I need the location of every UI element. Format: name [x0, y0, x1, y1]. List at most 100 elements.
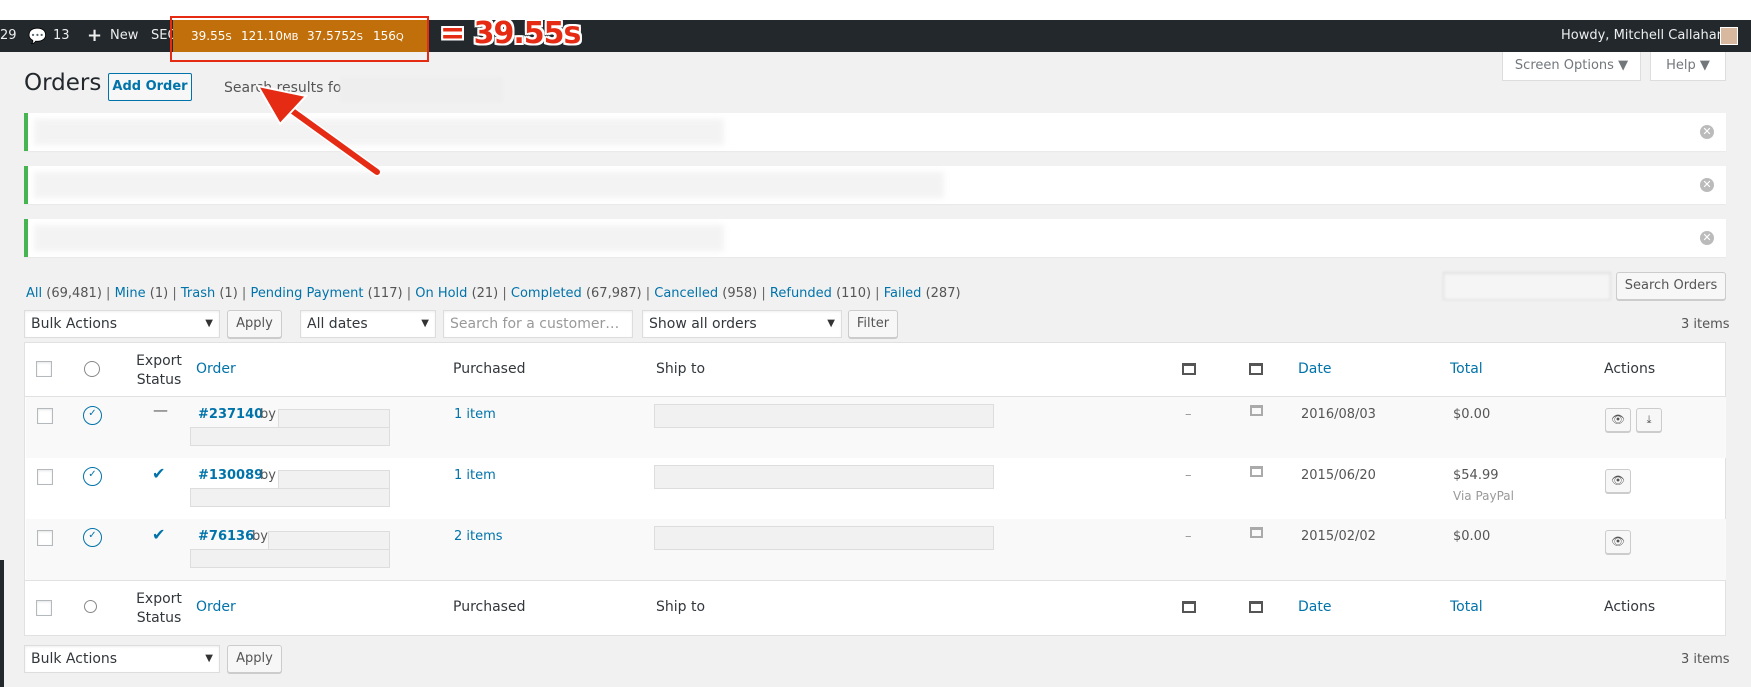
- avatar[interactable]: [1720, 27, 1738, 45]
- caret-down-icon: ▼: [827, 318, 835, 329]
- sidebar-edge: [0, 560, 4, 687]
- purchased-link[interactable]: 2 items: [454, 529, 503, 544]
- new-menu[interactable]: New: [110, 20, 138, 52]
- annotation-highlight-box: [170, 16, 429, 62]
- order-notes-icon: [1249, 601, 1263, 613]
- view-pending-payment[interactable]: Pending Payment (117): [250, 286, 402, 301]
- notice-3: ✕: [24, 219, 1726, 257]
- select-all-checkbox-footer[interactable]: [36, 600, 52, 616]
- ship-to-header: Ship to: [656, 599, 706, 615]
- view-cancelled[interactable]: Cancelled (958): [654, 286, 757, 301]
- status-column-icon: [84, 600, 97, 613]
- table-row: ✓ ✔ #76136 by 2 items – 2015/02/02 $0.00…: [26, 519, 1726, 580]
- download-icon[interactable]: ⤓: [1636, 408, 1662, 432]
- total-header[interactable]: Total: [1450, 361, 1483, 377]
- customer-message-icon: [1182, 363, 1196, 375]
- purchased-link[interactable]: 1 item: [454, 468, 496, 483]
- view-refunded[interactable]: Refunded (110): [770, 286, 871, 301]
- redacted-ship-to: [654, 526, 994, 550]
- order-date: 2016/08/03: [1301, 407, 1376, 422]
- order-total: $54.99: [1453, 468, 1499, 483]
- processing-status-icon: ✓: [83, 467, 102, 486]
- order-header[interactable]: Order: [196, 361, 236, 377]
- view-eye-icon[interactable]: 👁: [1605, 408, 1631, 432]
- customer-search-select[interactable]: Search for a customer…: [443, 310, 633, 338]
- dismiss-icon[interactable]: ✕: [1700, 178, 1714, 192]
- view-completed[interactable]: Completed (67,987): [511, 286, 642, 301]
- actions-header: Actions: [1604, 599, 1656, 615]
- view-failed[interactable]: Failed (287): [884, 286, 961, 301]
- divider: [25, 580, 1725, 581]
- howdy-user[interactable]: Howdy, Mitchell Callahan: [1561, 20, 1725, 52]
- apply-button-bottom[interactable]: Apply: [227, 645, 282, 673]
- redacted-customer-name: [278, 409, 390, 428]
- customer-message-dash: –: [1185, 529, 1192, 544]
- table-row: ✓ — #237140 by 1 item – 2016/08/03 $0.00…: [26, 397, 1726, 458]
- customer-message-icon: [1182, 601, 1196, 613]
- redacted-customer-email: [190, 549, 390, 568]
- table-row: ✓ ✔ #130089 by 1 item – 2015/06/20 $54.9…: [26, 458, 1726, 519]
- filter-button[interactable]: Filter: [848, 310, 898, 338]
- order-link[interactable]: #237140: [198, 407, 263, 422]
- row-checkbox[interactable]: [37, 408, 53, 424]
- page-title: Orders: [24, 70, 102, 96]
- order-link[interactable]: #130089: [198, 468, 263, 483]
- select-all-checkbox[interactable]: [36, 361, 52, 377]
- caret-down-icon: ▼: [1618, 58, 1629, 73]
- view-trash[interactable]: Trash (1): [181, 286, 238, 301]
- export-status: —: [153, 401, 168, 419]
- annotation-arrow: [256, 84, 382, 177]
- help-tab[interactable]: Help ▼: [1650, 52, 1726, 81]
- dismiss-icon[interactable]: ✕: [1700, 231, 1714, 245]
- payment-method: Via PayPal: [1453, 489, 1514, 503]
- customer-message-dash: –: [1185, 407, 1192, 422]
- order-total: $0.00: [1453, 529, 1491, 544]
- view-on-hold[interactable]: On Hold (21): [415, 286, 498, 301]
- dates-select[interactable]: All dates ▼: [300, 310, 436, 338]
- bulk-actions-select-bottom[interactable]: Bulk Actions ▼: [24, 645, 220, 673]
- add-order-button[interactable]: Add Order: [108, 73, 192, 101]
- bulk-actions-select[interactable]: Bulk Actions ▼: [24, 310, 220, 338]
- processing-status-icon: ✓: [83, 528, 102, 547]
- redacted-customer-name: [268, 531, 390, 550]
- ship-to-header: Ship to: [656, 361, 706, 377]
- purchased-link[interactable]: 1 item: [454, 407, 496, 422]
- search-orders-button[interactable]: Search Orders: [1616, 272, 1726, 300]
- order-notes-icon: [1250, 527, 1263, 538]
- view-eye-icon[interactable]: 👁: [1605, 469, 1631, 493]
- redacted-notice-text: [34, 225, 724, 251]
- view-all[interactable]: All (69,481): [26, 286, 102, 301]
- comment-icon[interactable]: 💬: [28, 20, 47, 52]
- status-views: All (69,481) | Mine (1) | Trash (1) | Pe…: [26, 286, 961, 301]
- view-mine[interactable]: Mine (1): [115, 286, 169, 301]
- redacted-customer-email: [190, 427, 390, 446]
- dismiss-icon[interactable]: ✕: [1700, 125, 1714, 139]
- comments-count[interactable]: 13: [53, 20, 70, 52]
- plus-icon[interactable]: +: [87, 20, 102, 52]
- redacted-ship-to: [654, 465, 994, 489]
- total-header[interactable]: Total: [1450, 599, 1483, 615]
- order-header[interactable]: Order: [196, 599, 236, 615]
- view-eye-icon[interactable]: 👁: [1605, 530, 1631, 554]
- orders-table: Export Status Order Purchased Ship to Da…: [24, 342, 1726, 636]
- apply-button[interactable]: Apply: [227, 310, 282, 338]
- order-date: 2015/02/02: [1301, 529, 1376, 544]
- status-column-icon: [84, 361, 100, 377]
- order-link[interactable]: #76136: [198, 529, 254, 544]
- updates-count[interactable]: 29: [0, 20, 17, 52]
- redacted-customer-name: [278, 470, 390, 489]
- export-status-header: Export Status: [136, 353, 182, 388]
- redacted-ship-to: [654, 404, 994, 428]
- search-orders-input[interactable]: [1443, 272, 1611, 300]
- date-header[interactable]: Date: [1298, 599, 1331, 615]
- row-checkbox[interactable]: [37, 469, 53, 485]
- purchased-header: Purchased: [453, 361, 526, 377]
- export-checkmark-icon: ✔: [152, 525, 166, 544]
- date-header[interactable]: Date: [1298, 361, 1331, 377]
- redacted-customer-email: [190, 488, 390, 507]
- processing-status-icon: ✓: [83, 406, 102, 425]
- orders-filter-select[interactable]: Show all orders ▼: [642, 310, 842, 338]
- screen-options-tab[interactable]: Screen Options ▼: [1502, 52, 1641, 81]
- row-checkbox[interactable]: [37, 530, 53, 546]
- caret-down-icon: ▼: [205, 653, 213, 664]
